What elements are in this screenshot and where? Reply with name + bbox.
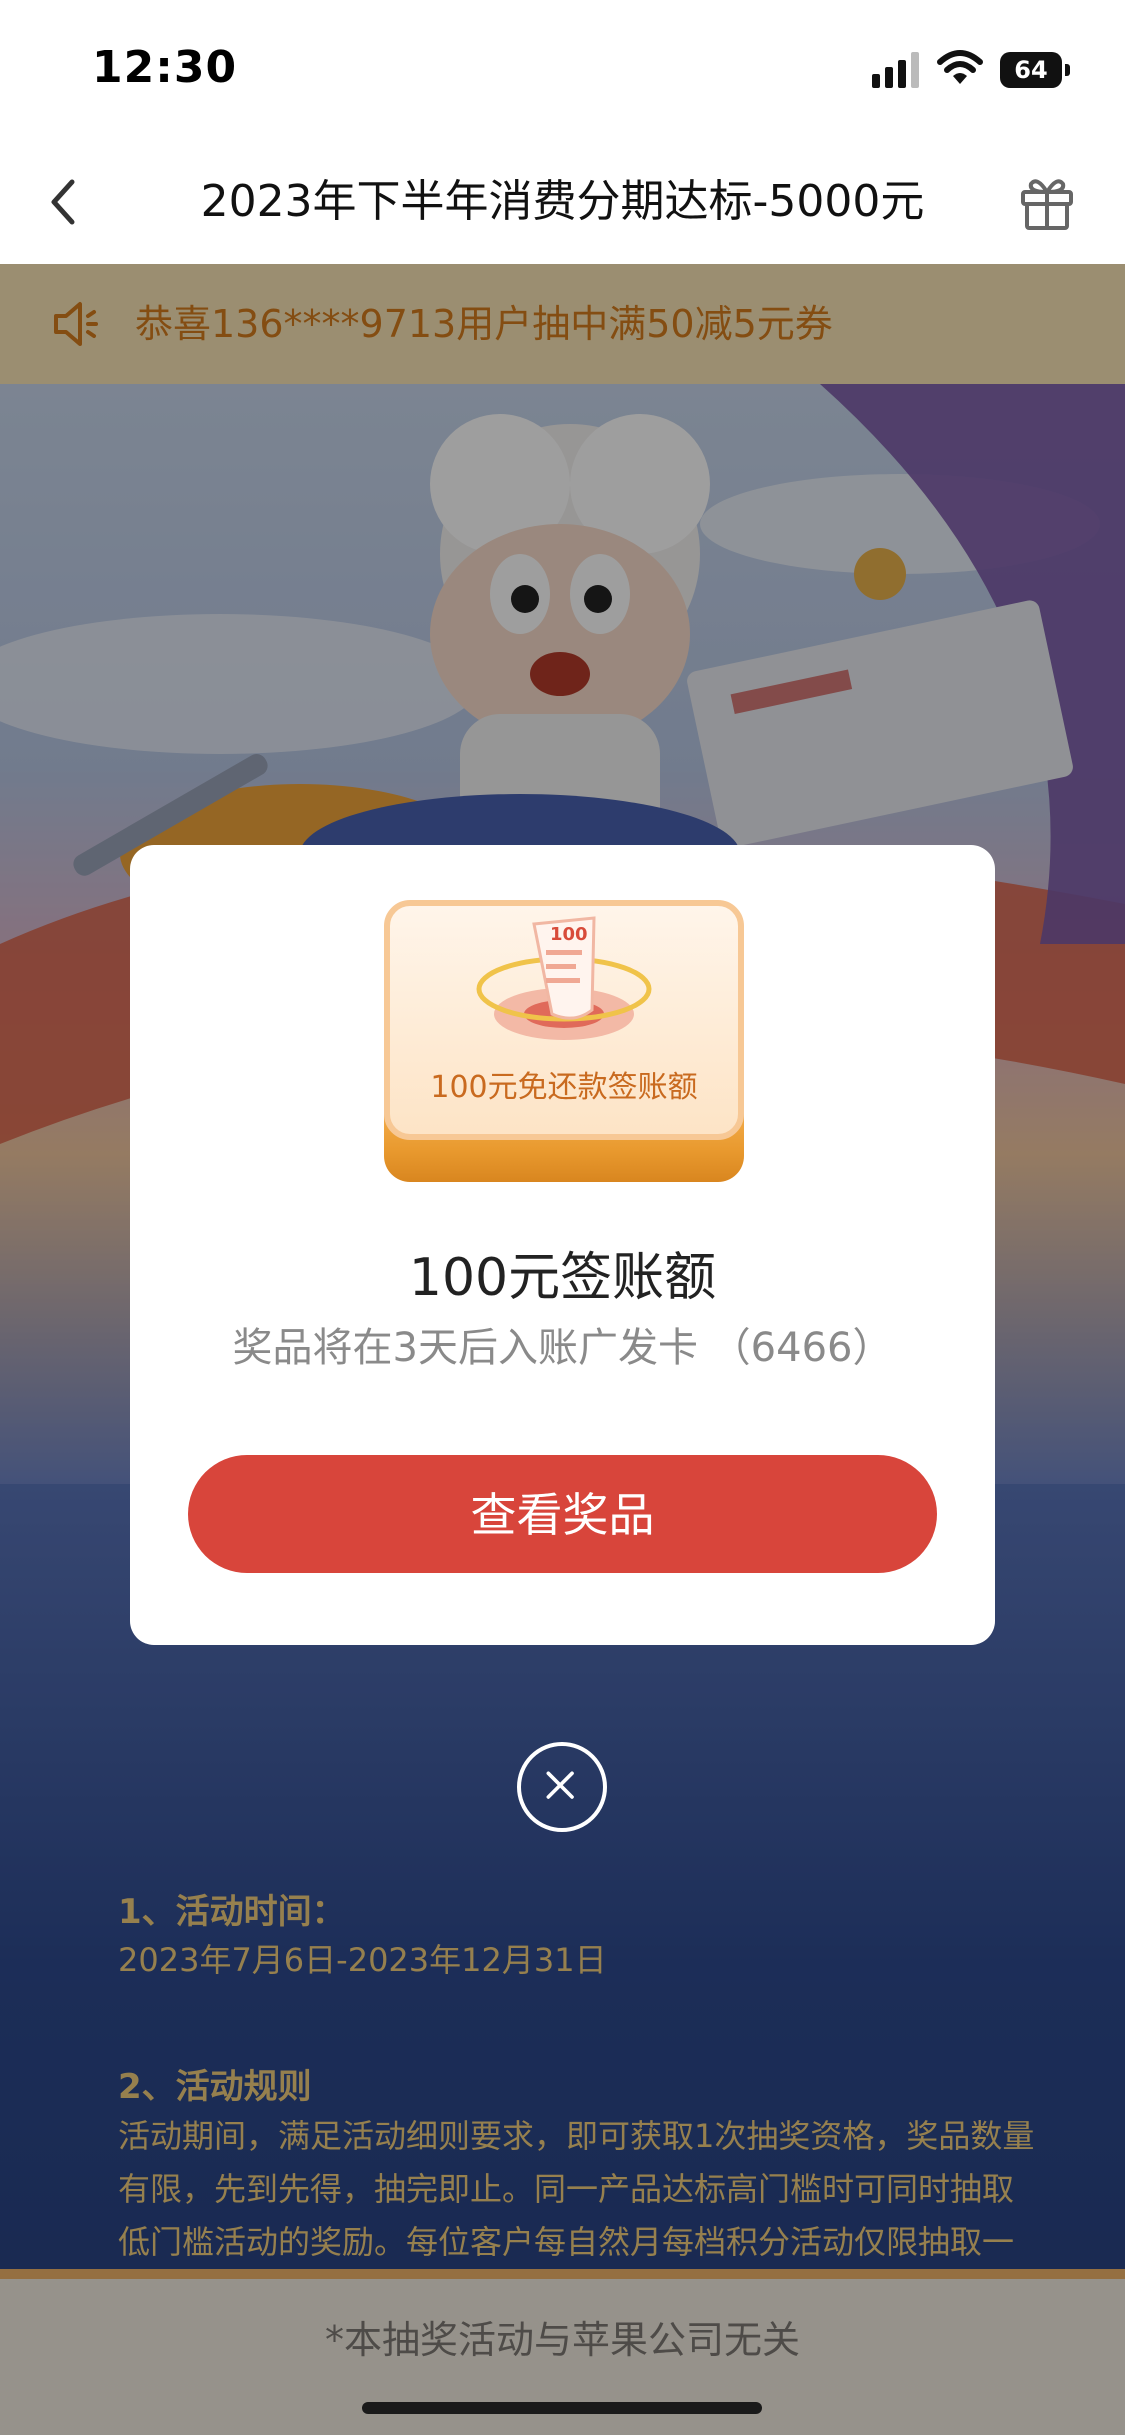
view-prize-button[interactable]: 查看奖品 (188, 1455, 937, 1573)
prize-card-image: 100 100元免还款签账额 (384, 900, 744, 1182)
prize-card-label: 100元免还款签账额 (430, 1070, 698, 1105)
battery-level: 64 (1000, 52, 1062, 88)
bill-icon: 100 (476, 916, 652, 1040)
status-time: 12:30 (92, 42, 238, 93)
back-icon[interactable] (36, 170, 96, 234)
bill-badge-text: 100 (550, 924, 588, 945)
cellular-signal-icon (872, 52, 919, 88)
home-indicator[interactable] (362, 2402, 762, 2414)
prize-title: 100元签账额 (408, 1248, 717, 1308)
status-bar: 12:30 64 (0, 0, 1125, 140)
prize-subtitle: 奖品将在3天后入账广发卡 （6466） (232, 1325, 893, 1371)
close-icon[interactable] (517, 1742, 607, 1832)
page-title: 2023年下半年消费分期达标-5000元 (200, 176, 925, 227)
battery-indicator: 64 (1000, 52, 1070, 88)
nav-bar: 2023年下半年消费分期达标-5000元 (0, 140, 1125, 264)
prize-modal: 100 100元免还款签账额 100元签账额 奖品将在3天后入账广发卡 （646… (130, 845, 995, 1645)
wifi-icon (937, 50, 983, 84)
gift-icon[interactable] (1015, 170, 1079, 234)
